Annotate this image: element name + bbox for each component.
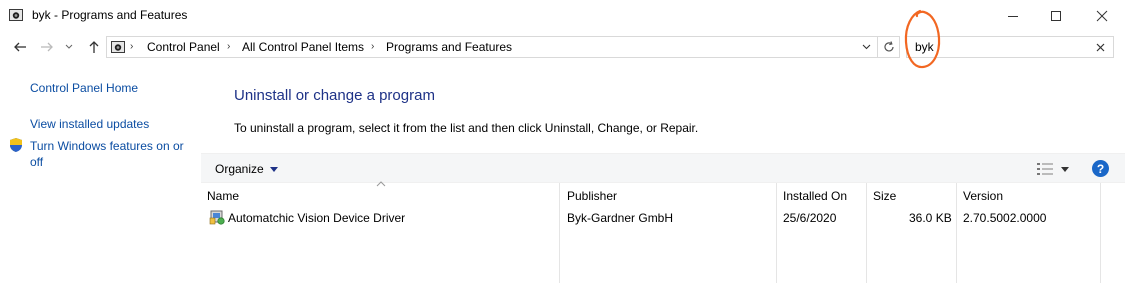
program-size: 36.0 KB (909, 211, 952, 225)
search-input[interactable] (915, 39, 1085, 55)
arrow-right-icon (41, 42, 53, 52)
column-divider[interactable] (956, 183, 957, 283)
control-panel-home-link[interactable]: Control Panel Home (30, 80, 138, 96)
column-divider[interactable] (866, 183, 867, 283)
title-bar: byk - Programs and Features (0, 0, 1125, 31)
breadcrumb-all-items[interactable]: All Control Panel Items (242, 40, 364, 54)
chevron-right-icon[interactable]: › (371, 41, 374, 52)
maximize-icon (1051, 10, 1061, 21)
programs-list: Name Publisher Installed On Size Version… (201, 181, 1125, 283)
chevron-right-icon[interactable]: › (130, 41, 133, 52)
close-icon (1096, 43, 1104, 51)
organize-menu-button[interactable]: Organize (215, 162, 278, 176)
help-button[interactable]: ? (1092, 160, 1109, 177)
clear-search-button[interactable] (1093, 40, 1107, 54)
forward-button[interactable] (37, 38, 57, 56)
back-button[interactable] (10, 38, 30, 56)
breadcrumb-programs-features[interactable]: Programs and Features (386, 40, 512, 54)
chevron-down-icon (65, 44, 73, 49)
organize-label: Organize (215, 162, 264, 176)
column-divider[interactable] (1100, 183, 1101, 283)
details-view-icon (1037, 163, 1053, 175)
column-divider[interactable] (776, 183, 777, 283)
program-version: 2.70.5002.0000 (963, 211, 1047, 225)
refresh-button[interactable] (878, 36, 900, 58)
address-dropdown-button[interactable] (857, 38, 875, 56)
close-window-button[interactable] (1079, 0, 1125, 31)
maximize-button[interactable] (1033, 0, 1079, 31)
address-bar[interactable]: › Control Panel › All Control Panel Item… (106, 36, 878, 58)
column-header-installed-on[interactable]: Installed On (783, 189, 847, 203)
search-box[interactable] (906, 36, 1114, 58)
control-panel-icon (8, 7, 24, 23)
column-header-publisher[interactable]: Publisher (567, 189, 617, 203)
page-description: To uninstall a program, select it from t… (234, 121, 699, 135)
sort-ascending-icon (376, 181, 386, 187)
chevron-right-icon[interactable]: › (227, 41, 230, 52)
column-header-version[interactable]: Version (963, 189, 1003, 203)
shield-icon (8, 137, 24, 153)
up-button[interactable] (84, 38, 104, 56)
column-header-name[interactable]: Name (207, 189, 239, 203)
arrow-left-icon (14, 42, 26, 52)
caret-down-icon (1061, 166, 1069, 172)
breadcrumb-control-panel[interactable]: Control Panel (147, 40, 220, 54)
caret-down-icon (269, 166, 278, 172)
column-divider[interactable] (559, 183, 560, 283)
column-header-size[interactable]: Size (873, 189, 896, 203)
view-installed-updates-link[interactable]: View installed updates (30, 116, 149, 132)
chevron-down-icon (862, 44, 870, 50)
control-panel-icon (110, 39, 126, 55)
minimize-icon (1008, 15, 1018, 17)
window-title: byk - Programs and Features (32, 8, 188, 22)
left-pane (0, 63, 200, 283)
arrow-up-icon (89, 41, 99, 53)
program-publisher: Byk-Gardner GmbH (567, 211, 674, 225)
windows-features-link[interactable]: Turn Windows features on or off (30, 138, 195, 170)
program-name: Automatchic Vision Device Driver (228, 211, 406, 225)
close-icon (1096, 10, 1108, 21)
program-installed-on: 25/6/2020 (783, 211, 837, 225)
page-title: Uninstall or change a program (234, 87, 435, 104)
recent-locations-button[interactable] (62, 38, 76, 56)
change-view-button[interactable] (1037, 161, 1073, 177)
command-bar: Organize ? (201, 153, 1125, 183)
minimize-button[interactable] (990, 0, 1036, 31)
refresh-icon (883, 41, 894, 52)
installer-icon (209, 209, 225, 225)
